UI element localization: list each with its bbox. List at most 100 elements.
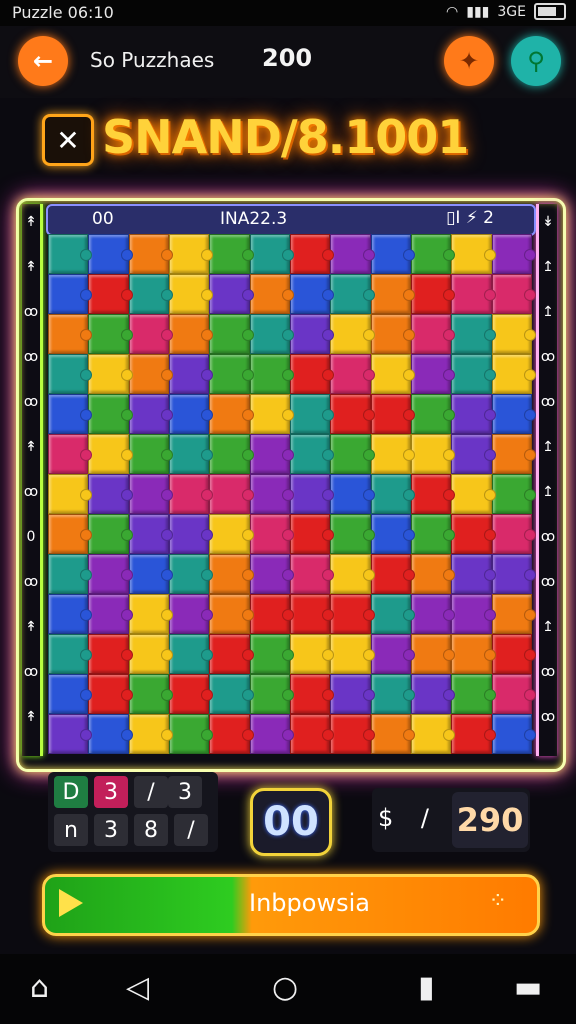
puzzle-piece[interactable]: [290, 634, 335, 674]
puzzle-piece[interactable]: [169, 474, 214, 514]
puzzle-piece[interactable]: [370, 394, 416, 434]
puzzle-piece[interactable]: [411, 714, 456, 754]
puzzle-piece[interactable]: [491, 394, 537, 434]
puzzle-piece[interactable]: [370, 674, 416, 714]
back-button[interactable]: ←: [18, 36, 68, 86]
puzzle-piece[interactable]: [128, 714, 174, 754]
puzzle-piece[interactable]: [88, 634, 134, 674]
puzzle-piece[interactable]: [249, 634, 295, 674]
puzzle-piece[interactable]: [451, 674, 497, 714]
puzzle-piece[interactable]: [209, 554, 255, 594]
puzzle-piece[interactable]: [330, 634, 376, 674]
puzzle-piece[interactable]: [48, 354, 93, 394]
search-button[interactable]: ⚲: [511, 36, 561, 86]
puzzle-piece[interactable]: [451, 474, 497, 514]
puzzle-piece[interactable]: [290, 594, 335, 634]
puzzle-piece[interactable]: [370, 514, 416, 554]
puzzle-piece[interactable]: [48, 234, 93, 274]
play-icon[interactable]: [59, 889, 83, 917]
puzzle-piece[interactable]: [48, 714, 93, 754]
puzzle-piece[interactable]: [411, 354, 456, 394]
puzzle-piece[interactable]: [209, 594, 255, 634]
puzzle-piece[interactable]: [88, 274, 134, 314]
puzzle-piece[interactable]: [451, 354, 497, 394]
puzzle-piece[interactable]: [88, 394, 134, 434]
puzzle-piece[interactable]: [370, 274, 416, 314]
puzzle-piece[interactable]: [249, 674, 295, 714]
puzzle-piece[interactable]: [88, 594, 134, 634]
puzzle-piece[interactable]: [169, 234, 214, 274]
puzzle-piece[interactable]: [128, 234, 174, 274]
menu-icon[interactable]: ▬: [514, 970, 542, 1005]
puzzle-piece[interactable]: [249, 474, 295, 514]
puzzle-piece[interactable]: [330, 674, 376, 714]
puzzle-piece[interactable]: [128, 474, 174, 514]
puzzle-piece[interactable]: [249, 234, 295, 274]
puzzle-piece[interactable]: [491, 554, 537, 594]
nav-back-icon[interactable]: ◁: [126, 970, 149, 1005]
puzzle-piece[interactable]: [209, 514, 255, 554]
puzzle-piece[interactable]: [169, 594, 214, 634]
puzzle-piece[interactable]: [370, 554, 416, 594]
puzzle-piece[interactable]: [370, 714, 416, 754]
puzzle-piece[interactable]: [290, 394, 335, 434]
puzzle-piece[interactable]: [128, 314, 174, 354]
puzzle-piece[interactable]: [88, 514, 134, 554]
puzzle-piece[interactable]: [491, 354, 537, 394]
puzzle-piece[interactable]: [290, 674, 335, 714]
puzzle-piece[interactable]: [48, 474, 93, 514]
puzzle-piece[interactable]: [290, 274, 335, 314]
puzzle-piece[interactable]: [128, 274, 174, 314]
puzzle-piece[interactable]: [491, 634, 537, 674]
puzzle-piece[interactable]: [451, 274, 497, 314]
puzzle-piece[interactable]: [451, 234, 497, 274]
puzzle-piece[interactable]: [209, 234, 255, 274]
puzzle-piece[interactable]: [451, 634, 497, 674]
puzzle-piece[interactable]: [88, 314, 134, 354]
puzzle-piece[interactable]: [169, 554, 214, 594]
puzzle-piece[interactable]: [451, 554, 497, 594]
puzzle-piece[interactable]: [491, 514, 537, 554]
puzzle-piece[interactable]: [88, 234, 134, 274]
puzzle-piece[interactable]: [48, 634, 93, 674]
puzzle-piece[interactable]: [128, 434, 174, 474]
puzzle-piece[interactable]: [128, 354, 174, 394]
puzzle-piece[interactable]: [491, 434, 537, 474]
puzzle-piece[interactable]: [330, 474, 376, 514]
puzzle-piece[interactable]: [128, 634, 174, 674]
puzzle-piece[interactable]: [411, 434, 456, 474]
puzzle-button[interactable]: ✦: [444, 36, 494, 86]
puzzle-piece[interactable]: [169, 274, 214, 314]
puzzle-piece[interactable]: [451, 434, 497, 474]
puzzle-piece[interactable]: [48, 314, 93, 354]
puzzle-piece[interactable]: [290, 234, 335, 274]
puzzle-piece[interactable]: [451, 314, 497, 354]
puzzle-piece[interactable]: [330, 274, 376, 314]
puzzle-piece[interactable]: [209, 714, 255, 754]
action-bar[interactable]: Inbpowsia ⁘: [42, 874, 540, 936]
puzzle-piece[interactable]: [88, 554, 134, 594]
puzzle-piece[interactable]: [491, 314, 537, 354]
puzzle-piece[interactable]: [370, 234, 416, 274]
puzzle-piece[interactable]: [290, 314, 335, 354]
puzzle-piece[interactable]: [330, 714, 376, 754]
puzzle-piece[interactable]: [411, 554, 456, 594]
puzzle-piece[interactable]: [48, 514, 93, 554]
puzzle-piece[interactable]: [411, 514, 456, 554]
close-button[interactable]: ✕: [42, 114, 94, 166]
puzzle-piece[interactable]: [290, 714, 335, 754]
puzzle-piece[interactable]: [451, 594, 497, 634]
puzzle-grid[interactable]: [48, 234, 537, 754]
puzzle-piece[interactable]: [370, 314, 416, 354]
puzzle-piece[interactable]: [169, 514, 214, 554]
puzzle-piece[interactable]: [451, 394, 497, 434]
puzzle-piece[interactable]: [330, 434, 376, 474]
puzzle-piece[interactable]: [88, 434, 134, 474]
puzzle-piece[interactable]: [169, 394, 214, 434]
puzzle-piece[interactable]: [451, 514, 497, 554]
puzzle-piece[interactable]: [370, 594, 416, 634]
puzzle-piece[interactable]: [370, 474, 416, 514]
puzzle-piece[interactable]: [48, 554, 93, 594]
puzzle-piece[interactable]: [209, 274, 255, 314]
puzzle-piece[interactable]: [209, 474, 255, 514]
